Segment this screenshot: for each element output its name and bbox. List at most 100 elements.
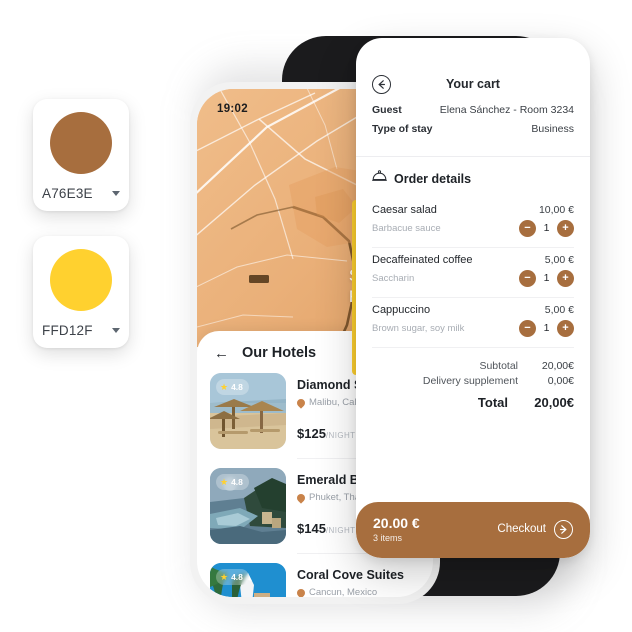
decrease-quantity-button[interactable]: − — [519, 219, 536, 237]
guest-row: Guest Elena Sánchez - Room 3234 — [372, 104, 574, 116]
delivery-supplement-row: Delivery supplement 0,00€ — [372, 375, 574, 387]
guest-label: Type of stay — [372, 123, 433, 135]
checkout-label: Checkout — [497, 523, 546, 535]
hotel-thumbnail: ★ 4.8 — [210, 563, 286, 597]
rating-badge: ★ 4.8 — [216, 379, 249, 395]
decrease-quantity-button[interactable]: − — [519, 319, 536, 337]
order-item-name: Cappuccino — [372, 304, 431, 316]
color-swatch-circle — [50, 112, 112, 174]
order-item-name: Decaffeinated coffee — [372, 254, 473, 266]
order-item-price: 5,00 € — [544, 304, 574, 316]
increase-quantity-button[interactable]: + — [557, 269, 574, 287]
subtotal-row: Subtotal 20,00€ — [372, 360, 574, 372]
status-bar-time: 19:02 — [217, 103, 248, 115]
rating-value: 4.8 — [231, 477, 243, 487]
grand-total-row: Total 20,00€ — [372, 395, 574, 410]
order-item: Cappuccino 5,00 € Brown sugar, soy milk … — [372, 298, 574, 347]
room-service-bell-icon — [372, 170, 387, 188]
order-item: Caesar salad 10,00 € Barbacue sauce − 1 … — [372, 198, 574, 247]
order-item-top: Cappuccino 5,00 € — [372, 304, 574, 316]
order-items-list: Caesar salad 10,00 € Barbacue sauce − 1 … — [356, 198, 590, 348]
checkout-bar[interactable]: 20.00 € 3 items Checkout — [356, 502, 590, 558]
guest-value: Business — [531, 123, 574, 135]
star-icon: ★ — [220, 381, 229, 392]
location-pin-icon — [295, 586, 307, 597]
hotel-thumbnail: ★ 4.8 — [210, 468, 286, 544]
order-item: Decaffeinated coffee 5,00 € Saccharin − … — [372, 248, 574, 297]
order-item-note: Saccharin — [372, 272, 415, 284]
guest-row: Type of stay Business — [372, 123, 574, 135]
chevron-down-icon[interactable] — [112, 190, 120, 196]
quantity-value: 1 — [543, 272, 550, 284]
order-item-top: Decaffeinated coffee 5,00 € — [372, 254, 574, 266]
color-hex-label: FFD12F — [42, 322, 93, 338]
quantity-value: 1 — [543, 222, 550, 234]
location-pin-icon — [295, 396, 307, 409]
arrow-right-circle-icon[interactable] — [554, 519, 573, 539]
delivery-supplement-label: Delivery supplement — [422, 375, 518, 387]
hotel-price-unit: /NIGHT — [325, 526, 356, 535]
order-item-note: Barbacue sauce — [372, 222, 441, 234]
list-item[interactable]: ★ 4.8 Coral Cove Suites Cancun, Mexico $… — [197, 563, 433, 597]
quantity-stepper: − 1 + — [519, 269, 574, 287]
rating-badge: ★ 4.8 — [216, 569, 249, 585]
cart-panel: Your cart Guest Elena Sánchez - Room 323… — [356, 38, 590, 558]
hotel-info: Coral Cove Suites Cancun, Mexico $165/NI… — [295, 563, 423, 597]
decrease-quantity-button[interactable]: − — [519, 269, 536, 287]
order-item-top: Caesar salad 10,00 € — [372, 204, 574, 216]
hotel-location-text: Cancun, Mexico — [309, 587, 378, 597]
order-item-name: Caesar salad — [372, 204, 437, 216]
hotel-location: Cancun, Mexico — [295, 586, 423, 597]
hotel-price-amount: $145 — [297, 521, 326, 536]
checkout-total: 20.00 € — [373, 515, 420, 531]
order-item-price: 5,00 € — [544, 254, 574, 266]
color-swatch-circle — [50, 249, 112, 311]
hotels-title: Our Hotels — [242, 345, 317, 361]
chevron-down-icon[interactable] — [112, 327, 120, 333]
quantity-stepper: − 1 + — [519, 319, 574, 337]
star-icon: ★ — [220, 571, 229, 582]
quantity-value: 1 — [543, 322, 550, 334]
page-title: Your cart — [446, 77, 500, 91]
increase-quantity-button[interactable]: + — [557, 219, 574, 237]
color-swatch-card-brown[interactable]: A76E3E — [33, 99, 129, 211]
increase-quantity-button[interactable]: + — [557, 319, 574, 337]
hotel-name: Coral Cove Suites — [297, 568, 404, 582]
checkout-summary: 20.00 € 3 items — [373, 515, 420, 543]
hotel-price-amount: $125 — [297, 426, 326, 441]
canvas: A76E3E FFD12F 19:02 ← Our Hotels ★ 4.8 D… — [0, 0, 632, 632]
order-details-title: Order details — [394, 172, 472, 186]
checkout-button[interactable]: Checkout — [497, 519, 573, 539]
guest-info-section: Guest Elena Sánchez - Room 3234 Type of … — [356, 100, 590, 156]
delivery-supplement-value: 0,00€ — [547, 375, 574, 387]
quantity-stepper: − 1 + — [519, 219, 574, 237]
location-pin-icon — [295, 491, 307, 504]
color-swatch-footer: FFD12F — [33, 316, 129, 348]
checkout-items-count: 3 items — [373, 533, 403, 543]
cart-header: Your cart — [356, 38, 590, 100]
rating-badge: ★ 4.8 — [216, 474, 249, 490]
rating-value: 4.8 — [231, 572, 243, 582]
guest-label: Guest — [372, 104, 402, 116]
rating-value: 4.8 — [231, 382, 243, 392]
grand-total-label: Total — [477, 395, 508, 410]
subtotal-label: Subtotal — [479, 360, 518, 372]
color-swatch-footer: A76E3E — [33, 179, 129, 211]
subtotal-value: 20,00€ — [541, 360, 574, 372]
guest-value: Elena Sánchez - Room 3234 — [439, 104, 574, 116]
order-item-bottom: Brown sugar, soy milk − 1 + — [372, 318, 574, 338]
color-swatch-card-yellow[interactable]: FFD12F — [33, 236, 129, 348]
hotel-price-unit: /NIGHT — [325, 431, 356, 440]
arrow-left-circle-icon[interactable] — [372, 74, 391, 94]
hotel-thumbnail: ★ 4.8 — [210, 373, 286, 449]
order-item-price: 10,00 € — [538, 204, 574, 216]
star-icon: ★ — [220, 476, 229, 487]
color-hex-label: A76E3E — [42, 185, 93, 201]
order-item-note: Brown sugar, soy milk — [372, 322, 465, 334]
order-item-bottom: Saccharin − 1 + — [372, 268, 574, 288]
grand-total-value: 20,00€ — [534, 395, 574, 410]
order-details-header: Order details — [356, 157, 590, 198]
totals-section: Subtotal 20,00€ Delivery supplement 0,00… — [356, 348, 590, 423]
arrow-left-icon[interactable]: ← — [214, 346, 229, 361]
order-item-bottom: Barbacue sauce − 1 + — [372, 218, 574, 238]
